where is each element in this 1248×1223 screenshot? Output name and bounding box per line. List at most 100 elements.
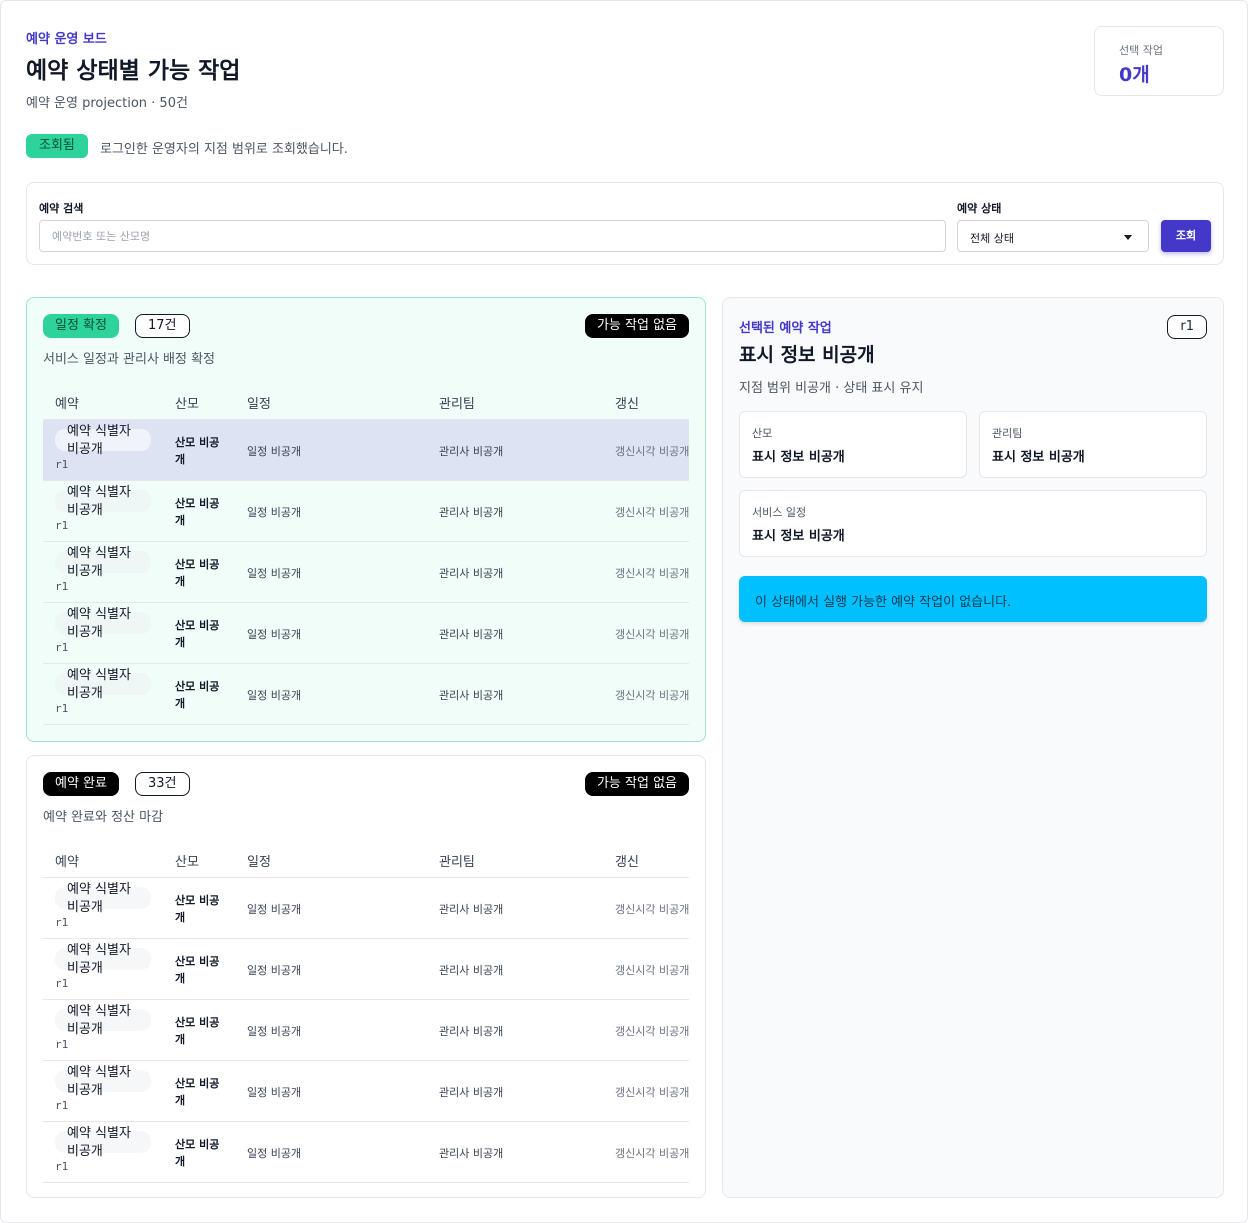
schedule-cell: 일정 비공개 [247,567,302,580]
group-description: 예약 완료와 정산 마감 [43,810,164,825]
page-subtitle: 예약 운영 projection · 50건 [26,96,188,111]
reservation-id: 예약 식별자 비공개 [67,1004,131,1037]
updated-cell: 갱신시각 비공개 [615,1025,689,1038]
updated-cell: 갱신시각 비공개 [615,903,689,916]
revision-label: r1 [55,977,69,990]
table-row[interactable]: 예약 식별자 비공개 r1 산모 비공개 일정 비공개 관리사 비공개 갱신시각… [43,420,689,481]
updated-cell: 갱신시각 비공개 [615,1086,689,1099]
app-frame: 예약 운영 보드 예약 상태별 가능 작업 예약 운영 projection ·… [0,0,1248,1223]
reservation-id: 예약 식별자 비공개 [67,607,131,640]
schedule-cell: 일정 비공개 [247,964,302,977]
selected-actions-card: 선택 작업 0개 [1094,26,1224,96]
state-group-confirmed: 일정 확정 17건 가능 작업 없음 서비스 일정과 관리사 배정 확정 예약 … [26,297,706,742]
count-badge: 17건 [135,314,190,338]
table-row[interactable]: 예약 식별자 비공개 r1 산모 비공개 일정 비공개 관리사 비공개 갱신시각… [43,1061,689,1122]
state-group-completed: 예약 완료 33건 가능 작업 없음 예약 완료와 정산 마감 예약 산모 일정… [26,755,706,1198]
reservation-table: 예약 산모 일정 관리팀 갱신 예약 식별자 비공개 r1 산모 비공개 일정 … [43,382,689,725]
mother-cell: 산모 비공개 [175,497,220,527]
updated-cell: 갱신시각 비공개 [615,689,689,702]
chevron-down-icon [1124,235,1132,240]
column-header-mother: 산모 [175,855,199,870]
table-row[interactable]: 예약 식별자 비공개 r1 산모 비공개 일정 비공개 관리사 비공개 갱신시각… [43,1122,689,1183]
column-header-updated: 갱신 [615,397,639,412]
state-select[interactable]: 전체 상태 [957,220,1149,252]
table-row[interactable]: 예약 식별자 비공개 r1 산모 비공개 일정 비공개 관리사 비공개 갱신시각… [43,542,689,603]
selected-reservation-panel: 선택된 예약 작업 r1 표시 정보 비공개 지점 범위 비공개 · 상태 표시… [722,297,1224,1198]
team-cell: 관리사 비공개 [439,1086,504,1099]
column-header-team: 관리팀 [439,397,475,412]
info-value: 표시 정보 비공개 [752,529,845,544]
search-input[interactable] [39,220,946,252]
updated-cell: 갱신시각 비공개 [615,628,689,641]
table-row[interactable]: 예약 식별자 비공개 r1 산모 비공개 일정 비공개 관리사 비공개 갱신시각… [43,878,689,939]
count-badge: 33건 [135,772,190,796]
info-value: 표시 정보 비공개 [752,450,845,465]
updated-cell: 갱신시각 비공개 [615,1147,689,1160]
team-cell: 관리사 비공개 [439,628,504,641]
page-eyebrow: 예약 운영 보드 [26,32,107,47]
info-label: 산모 [752,427,773,440]
column-header-mother: 산모 [175,397,199,412]
column-header-schedule: 일정 [247,397,271,412]
reservation-id: 예약 식별자 비공개 [67,882,131,915]
no-actions-alert: 이 상태에서 실행 가능한 예약 작업이 없습니다. [739,576,1207,622]
state-filter-label: 예약 상태 [957,202,1002,215]
reservation-id: 예약 식별자 비공개 [67,1065,131,1098]
revision-label: r1 [55,916,69,929]
schedule-cell: 일정 비공개 [247,506,302,519]
revision-label: r1 [55,1099,69,1112]
info-card-team: 관리팀 표시 정보 비공개 [979,411,1207,478]
reservation-table: 예약 산모 일정 관리팀 갱신 예약 식별자 비공개 r1 산모 비공개 일정 … [43,840,689,1183]
selected-actions-count: 0개 [1119,64,1150,86]
schedule-cell: 일정 비공개 [247,1147,302,1160]
updated-cell: 갱신시각 비공개 [615,506,689,519]
mother-cell: 산모 비공개 [175,1016,220,1046]
schedule-cell: 일정 비공개 [247,1086,302,1099]
reservation-id: 예약 식별자 비공개 [67,424,131,457]
table-row[interactable]: 예약 식별자 비공개 r1 산모 비공개 일정 비공개 관리사 비공개 갱신시각… [43,603,689,664]
table-row[interactable]: 예약 식별자 비공개 r1 산모 비공개 일정 비공개 관리사 비공개 갱신시각… [43,664,689,725]
mother-cell: 산모 비공개 [175,436,220,466]
updated-cell: 갱신시각 비공개 [615,445,689,458]
state-badge: 일정 확정 [43,314,119,338]
state-badge: 예약 완료 [43,772,119,796]
revision-badge: r1 [1167,315,1207,339]
mother-cell: 산모 비공개 [175,894,220,924]
mother-cell: 산모 비공개 [175,680,220,710]
info-value: 표시 정보 비공개 [992,450,1085,465]
column-header-team: 관리팀 [439,855,475,870]
team-cell: 관리사 비공개 [439,1147,504,1160]
column-header-schedule: 일정 [247,855,271,870]
schedule-cell: 일정 비공개 [247,628,302,641]
schedule-cell: 일정 비공개 [247,445,302,458]
mother-cell: 산모 비공개 [175,558,220,588]
column-header-updated: 갱신 [615,855,639,870]
available-actions-badge: 가능 작업 없음 [584,772,689,796]
info-card-schedule: 서비스 일정 표시 정보 비공개 [739,490,1207,557]
updated-cell: 갱신시각 비공개 [615,964,689,977]
reservation-id: 예약 식별자 비공개 [67,943,131,976]
reservation-id: 예약 식별자 비공개 [67,546,131,579]
query-status-badge: 조회됨 [26,134,88,158]
page-title: 예약 상태별 가능 작업 [26,58,241,84]
info-card-mother: 산모 표시 정보 비공개 [739,411,967,478]
table-row[interactable]: 예약 식별자 비공개 r1 산모 비공개 일정 비공개 관리사 비공개 갱신시각… [43,481,689,542]
table-row[interactable]: 예약 식별자 비공개 r1 산모 비공개 일정 비공개 관리사 비공개 갱신시각… [43,1000,689,1061]
revision-label: r1 [55,580,69,593]
reservation-id: 예약 식별자 비공개 [67,485,131,518]
group-description: 서비스 일정과 관리사 배정 확정 [43,352,216,367]
table-row[interactable]: 예약 식별자 비공개 r1 산모 비공개 일정 비공개 관리사 비공개 갱신시각… [43,939,689,1000]
revision-label: r1 [55,1160,69,1173]
detail-title: 표시 정보 비공개 [739,344,875,366]
search-button[interactable]: 조회 [1161,220,1211,252]
mother-cell: 산모 비공개 [175,1077,220,1107]
available-actions-badge: 가능 작업 없음 [584,314,689,338]
revision-label: r1 [55,641,69,654]
reservation-id: 예약 식별자 비공개 [67,1126,131,1159]
detail-eyebrow: 선택된 예약 작업 [739,321,832,336]
mother-cell: 산모 비공개 [175,619,220,649]
updated-cell: 갱신시각 비공개 [615,567,689,580]
team-cell: 관리사 비공개 [439,567,504,580]
filter-panel: 예약 검색 예약 상태 전체 상태 조회 [26,182,1224,265]
column-header-reservation: 예약 [55,397,79,412]
